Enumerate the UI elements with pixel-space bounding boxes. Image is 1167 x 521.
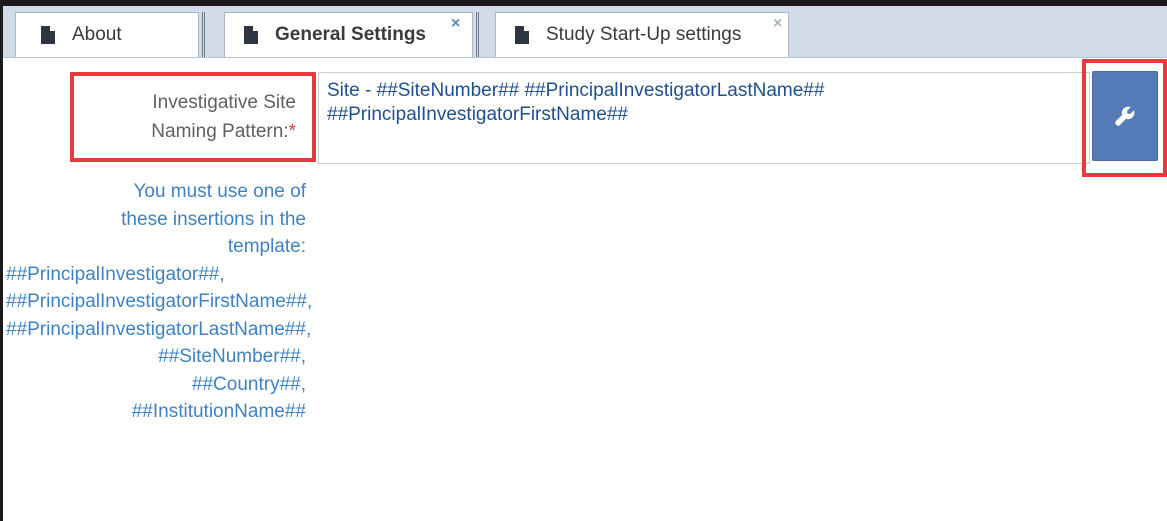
tab-general-settings[interactable]: General Settings ×	[224, 12, 473, 57]
tab-label: General Settings	[275, 24, 426, 45]
site-naming-pattern-label: Investigative Site Naming Pattern:*	[70, 72, 316, 162]
help-line: ##PrincipalInvestigatorFirstName##,	[6, 291, 313, 312]
document-icon	[244, 26, 258, 44]
help-line: template:	[227, 236, 306, 257]
help-line: You must use one of	[133, 181, 306, 202]
document-icon	[41, 26, 55, 44]
help-line: ##InstitutionName##	[131, 401, 306, 422]
tab-about[interactable]: About	[15, 12, 199, 57]
help-line: ##Country##,	[191, 373, 306, 395]
configure-button[interactable]	[1092, 71, 1158, 161]
tab-study-start-up-settings[interactable]: Study Start-Up settings ×	[495, 12, 789, 57]
close-icon[interactable]: ×	[773, 16, 782, 32]
help-line: these insertions in the	[121, 208, 306, 230]
wrench-icon	[1115, 106, 1135, 126]
label-line: Naming Pattern:	[151, 121, 289, 142]
label-line: Investigative Site	[152, 92, 296, 113]
required-marker: *	[288, 121, 296, 142]
help-line: ##PrincipalInvestigatorLastName##,	[6, 318, 312, 340]
help-text: You must use one of these insertions in …	[6, 178, 313, 426]
tab-bar: About General Settings × Study Start-Up …	[3, 6, 1167, 58]
document-icon	[515, 26, 529, 44]
tab-separator	[202, 12, 205, 57]
tab-separator	[476, 12, 479, 57]
help-line: ##PrincipalInvestigator##,	[6, 263, 225, 285]
help-line: ##SiteNumber##,	[158, 346, 306, 367]
tab-label: About	[72, 24, 122, 45]
site-naming-pattern-input[interactable]: Site - ##SiteNumber## ##PrincipalInvesti…	[318, 72, 1090, 164]
window-frame-left	[0, 0, 3, 521]
close-icon[interactable]: ×	[451, 16, 460, 32]
tab-label: Study Start-Up settings	[546, 24, 742, 45]
